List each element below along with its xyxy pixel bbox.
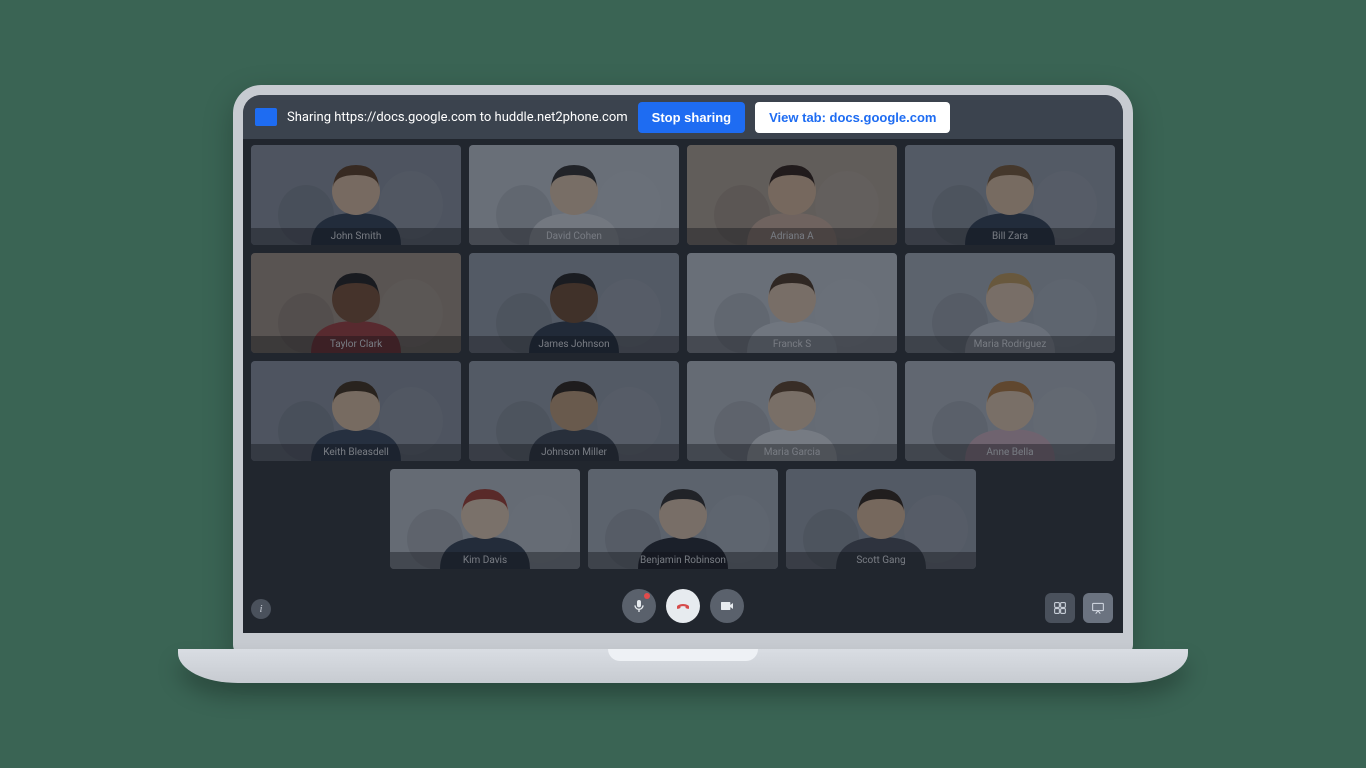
grid-view-button[interactable] [1045, 593, 1075, 623]
participant-name-label: Anne Bella [905, 444, 1115, 461]
participant-name-label: John Smith [251, 228, 461, 245]
participant-tile[interactable]: Franck S [687, 253, 897, 353]
participant-grid: John Smith David Cohen Adriana A Bill Za… [243, 139, 1123, 633]
participant-tile[interactable]: John Smith [251, 145, 461, 245]
participant-name-label: Scott Gang [786, 552, 976, 569]
participant-tile[interactable]: Scott Gang [786, 469, 976, 569]
participant-tile[interactable]: Maria Garcia [687, 361, 897, 461]
participant-name-label: Keith Bleasdell [251, 444, 461, 461]
participant-name-label: Maria Garcia [687, 444, 897, 461]
participant-tile[interactable]: Kim Davis [390, 469, 580, 569]
microphone-icon [631, 598, 647, 614]
view-controls [1045, 593, 1113, 623]
participant-row: John Smith David Cohen Adriana A Bill Za… [253, 145, 1113, 245]
stop-sharing-button[interactable]: Stop sharing [638, 102, 745, 133]
participant-name-label: Maria Rodriguez [905, 336, 1115, 353]
participant-row: Keith Bleasdell Johnson Miller Maria Gar… [253, 361, 1113, 461]
camera-toggle-button[interactable] [710, 589, 744, 623]
participant-tile[interactable]: Keith Bleasdell [251, 361, 461, 461]
call-controls [243, 589, 1123, 623]
laptop-screen: Sharing https://docs.google.com to huddl… [233, 85, 1133, 655]
screen-share-bar: Sharing https://docs.google.com to huddl… [243, 95, 1123, 139]
video-conference-app: Sharing https://docs.google.com to huddl… [243, 95, 1123, 633]
participant-name-label: Adriana A [687, 228, 897, 245]
participant-tile[interactable]: Adriana A [687, 145, 897, 245]
mic-muted-indicator-icon [644, 593, 650, 599]
participant-name-label: James Johnson [469, 336, 679, 353]
mic-toggle-button[interactable] [622, 589, 656, 623]
end-call-button[interactable] [666, 589, 700, 623]
participant-name-label: Kim Davis [390, 552, 580, 569]
participant-row: Taylor Clark James Johnson Franck S Mari… [253, 253, 1113, 353]
laptop-base [178, 649, 1188, 683]
participant-tile[interactable]: David Cohen [469, 145, 679, 245]
participant-tile[interactable]: Taylor Clark [251, 253, 461, 353]
screen-share-icon [255, 108, 277, 126]
participant-tile[interactable]: Anne Bella [905, 361, 1115, 461]
camera-icon [719, 598, 735, 614]
participant-name-label: Taylor Clark [251, 336, 461, 353]
participant-name-label: Benjamin Robinson [588, 552, 778, 569]
view-tab-button[interactable]: View tab: docs.google.com [755, 102, 950, 133]
participant-tile[interactable]: Benjamin Robinson [588, 469, 778, 569]
presentation-view-button[interactable] [1083, 593, 1113, 623]
hangup-icon [675, 598, 691, 614]
participant-name-label: David Cohen [469, 228, 679, 245]
participant-tile[interactable]: Johnson Miller [469, 361, 679, 461]
participant-tile[interactable]: Bill Zara [905, 145, 1115, 245]
laptop-mockup: Sharing https://docs.google.com to huddl… [233, 85, 1133, 683]
participant-tile[interactable]: Maria Rodriguez [905, 253, 1115, 353]
participant-name-label: Johnson Miller [469, 444, 679, 461]
participant-name-label: Bill Zara [905, 228, 1115, 245]
participant-name-label: Franck S [687, 336, 897, 353]
participant-row: Kim Davis Benjamin Robinson Scott Gang [253, 469, 1113, 569]
grid-icon [1052, 600, 1068, 616]
presentation-icon [1090, 600, 1106, 616]
participant-tile[interactable]: James Johnson [469, 253, 679, 353]
sharing-status-text: Sharing https://docs.google.com to huddl… [287, 110, 628, 125]
